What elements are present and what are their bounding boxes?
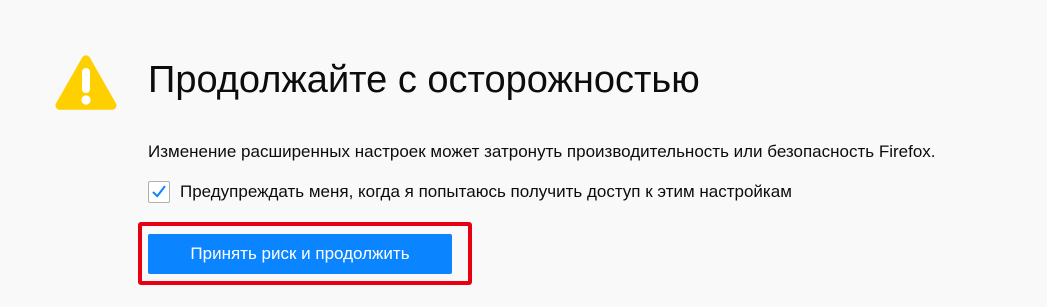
warning-description: Изменение расширенных настроек может зат…: [148, 142, 936, 161]
page-title: Продолжайте с осторожностью: [148, 59, 700, 101]
warn-me-checkbox-label: Предупреждать меня, когда я попытаюсь по…: [180, 182, 792, 201]
checkmark-icon: [152, 185, 166, 198]
warn-me-checkbox[interactable]: [148, 181, 170, 203]
accept-risk-button[interactable]: Принять риск и продолжить: [148, 234, 452, 274]
warning-icon: [55, 55, 117, 110]
warn-me-checkbox-row[interactable]: Предупреждать меня, когда я попытаюсь по…: [148, 181, 792, 203]
